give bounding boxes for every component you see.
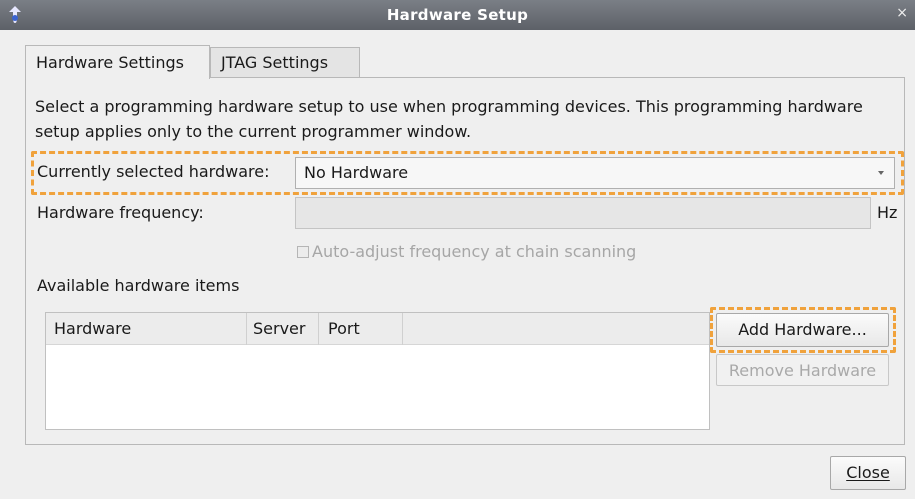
close-button[interactable]: Close: [830, 456, 906, 490]
close-button-label: Close: [846, 463, 890, 482]
tab-hardware-settings[interactable]: Hardware Settings: [25, 45, 210, 79]
column-divider: [318, 313, 319, 345]
frequency-input[interactable]: [295, 197, 871, 229]
close-icon[interactable]: ×: [896, 5, 908, 21]
column-divider: [402, 313, 403, 345]
column-header-hardware[interactable]: Hardware: [54, 319, 131, 338]
tab-jtag-settings[interactable]: JTAG Settings: [210, 47, 360, 78]
remove-hardware-button[interactable]: Remove Hardware: [716, 354, 889, 386]
table-header: Hardware Server Port: [46, 313, 709, 345]
frequency-label: Hardware frequency:: [37, 203, 204, 222]
window-title: Hardware Setup: [386, 6, 529, 24]
add-hardware-button[interactable]: Add Hardware...: [716, 313, 889, 347]
available-hardware-label: Available hardware items: [37, 276, 240, 295]
column-header-port[interactable]: Port: [328, 319, 360, 338]
column-divider: [246, 313, 247, 345]
frequency-unit: Hz: [877, 203, 898, 222]
selected-hardware-label: Currently selected hardware:: [37, 162, 270, 181]
chevron-down-icon: [878, 171, 884, 175]
description-text: Select a programming hardware setup to u…: [35, 97, 863, 141]
hardware-table[interactable]: Hardware Server Port: [45, 312, 710, 430]
hardware-select[interactable]: No Hardware: [295, 157, 895, 189]
auto-adjust-checkbox[interactable]: Auto-adjust frequency at chain scanning: [297, 242, 636, 261]
checkbox-icon: [297, 246, 309, 258]
title-bar: Hardware Setup ×: [0, 0, 915, 30]
hardware-select-value: No Hardware: [304, 163, 409, 182]
column-header-server[interactable]: Server: [253, 319, 305, 338]
auto-adjust-label: Auto-adjust frequency at chain scanning: [312, 242, 637, 261]
